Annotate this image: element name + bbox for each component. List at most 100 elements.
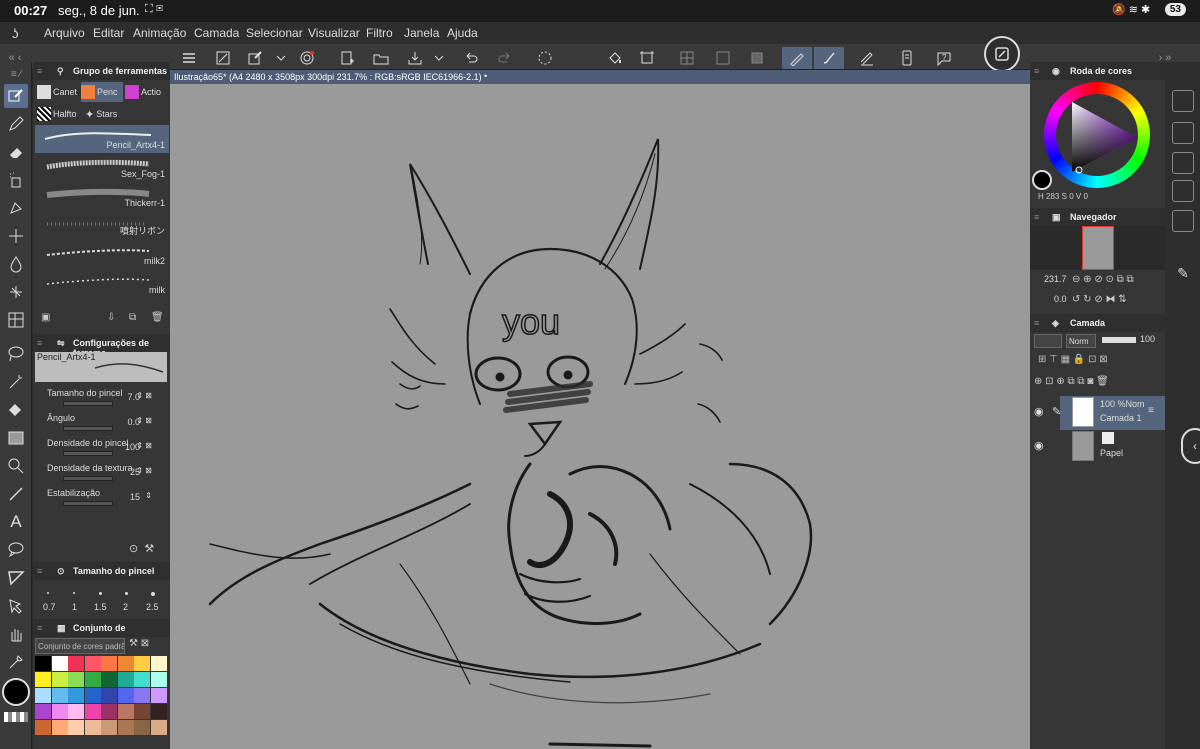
- color-swatch[interactable]: [117, 704, 134, 719]
- tab-actio[interactable]: Actio: [125, 82, 169, 102]
- brush-item[interactable]: 噴射リボン: [35, 212, 169, 240]
- pen-tool-icon[interactable]: [4, 84, 28, 108]
- color-swatch[interactable]: [84, 720, 101, 735]
- color-swatch[interactable]: [134, 672, 150, 687]
- size-option[interactable]: 0.7: [43, 602, 56, 612]
- expand-panel-icon[interactable]: ‹: [1181, 428, 1200, 464]
- layer-type-dropdown[interactable]: [1034, 334, 1062, 348]
- current-color-swatch[interactable]: [1032, 170, 1052, 190]
- tab-canet[interactable]: Canet: [37, 82, 79, 102]
- record-icon[interactable]: [296, 47, 318, 69]
- brush-item[interactable]: Sex_Fog-1: [35, 154, 169, 182]
- color-swatch[interactable]: [51, 656, 68, 671]
- ruler-tool-icon[interactable]: [4, 566, 28, 590]
- sparkle-tool-icon[interactable]: [4, 224, 28, 248]
- loading-icon[interactable]: [534, 47, 556, 69]
- copy-icon[interactable]: ⧉: [129, 312, 136, 323]
- dropper-icon[interactable]: [4, 650, 28, 674]
- menu-editar[interactable]: Editar: [93, 26, 124, 40]
- color-swatch[interactable]: [150, 688, 167, 703]
- color-swatch[interactable]: [134, 656, 150, 671]
- balloon-tool-icon[interactable]: [4, 538, 28, 562]
- close-tab-icon[interactable]: •: [484, 71, 487, 81]
- fill-icon[interactable]: [604, 47, 626, 69]
- brush-item[interactable]: Pencil_Artx4-1: [35, 125, 169, 153]
- eye-icon[interactable]: ◉: [1034, 439, 1044, 452]
- color-swatch[interactable]: [84, 704, 101, 719]
- navigator-preview[interactable]: [1030, 226, 1165, 270]
- color-set-dropdown[interactable]: Conjunto de cores padrão: [35, 638, 125, 654]
- size-option[interactable]: 1: [72, 602, 77, 612]
- layer-row[interactable]: Papel: [1060, 430, 1165, 464]
- menu-selecionar[interactable]: Selecionar: [246, 26, 303, 40]
- chevron-down-icon[interactable]: [428, 47, 450, 69]
- undo-icon[interactable]: [460, 47, 482, 69]
- color-swatch[interactable]: [150, 704, 167, 719]
- opacity-slider[interactable]: [1102, 337, 1136, 343]
- trash-icon[interactable]: 🗑: [151, 312, 164, 323]
- help-icon[interactable]: ?: [934, 47, 956, 69]
- menu-filtro[interactable]: Filtro: [366, 26, 393, 40]
- new-file-icon[interactable]: [336, 47, 358, 69]
- menu-animacao[interactable]: Animação: [133, 26, 186, 40]
- prop-brush-size[interactable]: Tamanho do pincel 7.0 ⇕ ⊠: [33, 386, 170, 410]
- color-swatch[interactable]: [35, 672, 51, 687]
- size-option[interactable]: 2.5: [146, 602, 159, 612]
- history-icon[interactable]: [1172, 180, 1194, 202]
- device-icon[interactable]: [896, 47, 918, 69]
- color-swatch[interactable]: [68, 672, 84, 687]
- frame-icon[interactable]: [746, 47, 768, 69]
- saturation-triangle[interactable]: [1062, 98, 1142, 178]
- document-tab[interactable]: Ilustração65* (A4 2480 x 3508px 300dpi 2…: [170, 70, 1030, 84]
- rotation-controls[interactable]: ↺ ↻ ⊘ ⧓ ⇅: [1072, 294, 1127, 305]
- color-set-tools-icon[interactable]: ⚒ ⊠: [129, 638, 149, 649]
- color-swatch[interactable]: [84, 672, 101, 687]
- prop-stabilization[interactable]: Estabilização 15 ⇕: [33, 486, 170, 510]
- brush-item[interactable]: milk: [35, 270, 169, 298]
- main-color-swatch[interactable]: [2, 678, 30, 706]
- layer-lock-icons[interactable]: ⊞ ⊤ ▦ 🔒 ⊡ ⊠: [1038, 354, 1108, 365]
- layer-property-icon[interactable]: [1172, 210, 1194, 232]
- color-swatch[interactable]: [101, 656, 117, 671]
- spinner-icon[interactable]: ⇕: [145, 491, 152, 500]
- color-swatch[interactable]: [68, 688, 84, 703]
- blend-tool-icon[interactable]: [4, 252, 28, 276]
- menu-janela[interactable]: Janela: [404, 26, 439, 40]
- drawing-canvas[interactable]: you: [170, 84, 1030, 749]
- blend-mode-dropdown[interactable]: Norm: [1066, 334, 1096, 348]
- color-swatch[interactable]: [101, 704, 117, 719]
- ruler-icon[interactable]: [712, 47, 734, 69]
- color-swatch[interactable]: [150, 672, 167, 687]
- brush-settings-icon[interactable]: ▣: [41, 312, 50, 323]
- spinner-icon[interactable]: ⇕ ⊠: [136, 441, 152, 450]
- color-swatch[interactable]: [117, 688, 134, 703]
- transform-icon[interactable]: [636, 47, 658, 69]
- slider[interactable]: [63, 401, 113, 406]
- chevron-down-icon[interactable]: [270, 47, 292, 69]
- text-tool-icon[interactable]: A: [4, 510, 28, 534]
- slider[interactable]: [63, 426, 113, 431]
- color-swatch[interactable]: [35, 688, 51, 703]
- fill-tool-icon[interactable]: [4, 398, 28, 422]
- color-swatch[interactable]: [134, 688, 150, 703]
- brush-item[interactable]: Thickerr-1: [35, 183, 169, 211]
- material-icon[interactable]: [1172, 122, 1194, 144]
- hand-tool-icon[interactable]: [4, 622, 28, 646]
- sub-tool-icon[interactable]: [1172, 90, 1194, 112]
- operation-tool-icon[interactable]: [4, 594, 28, 618]
- tab-stars[interactable]: ✦ Stars: [85, 104, 135, 124]
- search-layer-icon[interactable]: [1172, 152, 1194, 174]
- gradient-tool-icon[interactable]: [4, 426, 28, 450]
- zoom-controls[interactable]: ⊖ ⊕ ⊘ ⊙ ⧉ ⧉: [1072, 274, 1134, 285]
- lasso-tool-icon[interactable]: [4, 342, 28, 366]
- menu-visualizar[interactable]: Visualizar: [308, 26, 360, 40]
- color-swatch[interactable]: [150, 720, 167, 735]
- slider[interactable]: [63, 476, 113, 481]
- color-swatch[interactable]: [101, 672, 117, 687]
- slider[interactable]: [63, 501, 113, 506]
- size-option[interactable]: 1.5: [94, 602, 107, 612]
- size-option[interactable]: 2: [123, 602, 128, 612]
- menu-camada[interactable]: Camada: [194, 26, 239, 40]
- spinner-icon[interactable]: ⇕ ⊠: [136, 416, 152, 425]
- menu-arquivo[interactable]: Arquivo: [44, 26, 85, 40]
